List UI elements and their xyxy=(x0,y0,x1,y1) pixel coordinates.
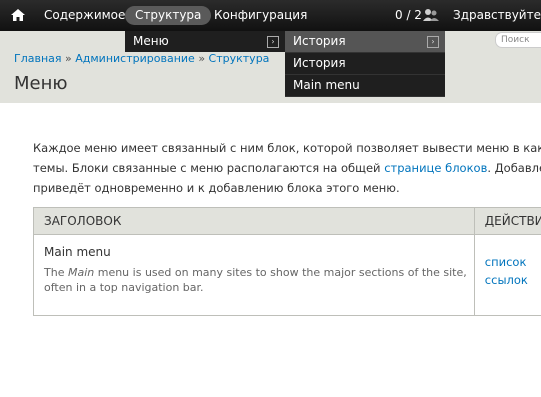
users-icon[interactable] xyxy=(423,8,439,22)
submenu-item-history[interactable]: История › xyxy=(285,31,445,53)
description-text: темы. Блоки связанные с меню располагают… xyxy=(33,161,385,175)
dropdown-item-menu[interactable]: Меню › xyxy=(125,31,285,52)
toolbar-item-content[interactable]: Содержимое xyxy=(34,6,135,25)
menu-cell: Main menu The Main menu is used on many … xyxy=(33,234,475,316)
breadcrumb-home[interactable]: Главная xyxy=(14,52,62,65)
admin-toolbar: Содержимое Структура Конфигурация 0 / 2 … xyxy=(0,0,541,31)
submenu-item-history-2[interactable]: История xyxy=(285,53,445,75)
description-line: приведёт одновременно и к добавлению бло… xyxy=(33,181,400,195)
breadcrumb-separator: » xyxy=(198,52,206,65)
toolbar-item-structure[interactable]: Структура xyxy=(125,6,212,25)
submenu-item-main-menu[interactable]: Main menu xyxy=(285,75,445,97)
menu-table: ЗАГОЛОВОК ДЕЙСТВИЯ Main menu The Main me… xyxy=(33,207,541,316)
submenu-arrow-icon: › xyxy=(427,36,439,48)
operations-cell: список ссылок xyxy=(473,234,541,316)
submenu-arrow-icon: › xyxy=(267,36,279,48)
menu-description-emphasis: Main xyxy=(67,266,95,279)
menu-description: The Main menu is used on many sites to s… xyxy=(44,265,474,295)
home-icon[interactable] xyxy=(10,7,26,23)
blocks-page-link[interactable]: странице блоков xyxy=(384,161,487,175)
search-input[interactable]: Поиск xyxy=(495,32,541,48)
table-row: Main menu The Main menu is used on many … xyxy=(33,234,541,316)
menu-description-text: The xyxy=(44,266,68,279)
page-description: Каждое меню имеет связанный с ним блок, … xyxy=(33,138,541,198)
description-line: темы. Блоки связанные с меню располагают… xyxy=(33,158,541,178)
column-header-actions: ДЕЙСТВИЯ xyxy=(473,207,541,235)
table-header-row: ЗАГОЛОВОК ДЕЙСТВИЯ xyxy=(33,207,541,235)
submenu-item-label: Main menu xyxy=(293,78,360,92)
breadcrumb-separator: » xyxy=(65,52,72,65)
user-counter[interactable]: 0 / 2 xyxy=(395,6,422,25)
menu-description-text: menu is used on many sites to show the m… xyxy=(44,266,467,294)
description-text: . Добавлен xyxy=(487,161,541,175)
menu-submenu-dropdown: История › История Main menu xyxy=(285,31,445,97)
column-header-title[interactable]: ЗАГОЛОВОК xyxy=(33,207,475,235)
toolbar-item-configuration[interactable]: Конфигурация xyxy=(204,6,317,25)
submenu-item-label: История xyxy=(293,34,346,48)
structure-dropdown: Меню › xyxy=(125,31,285,52)
page-title: Меню xyxy=(14,73,68,94)
greeting-text: Здравствуйте, xyxy=(453,8,541,22)
menu-name: Main menu xyxy=(44,245,111,259)
list-links-link-2[interactable]: ссылок xyxy=(485,271,541,289)
list-links-link[interactable]: список xyxy=(485,253,541,271)
breadcrumb-structure[interactable]: Структура xyxy=(209,52,270,65)
breadcrumb-admin[interactable]: Администрирование xyxy=(75,52,195,65)
submenu-item-label: История xyxy=(293,56,346,70)
description-line: Каждое меню имеет связанный с ним блок, … xyxy=(33,141,541,155)
breadcrumb: Главная » Администрирование » Структура xyxy=(14,52,269,65)
dropdown-item-label: Меню xyxy=(133,34,169,48)
